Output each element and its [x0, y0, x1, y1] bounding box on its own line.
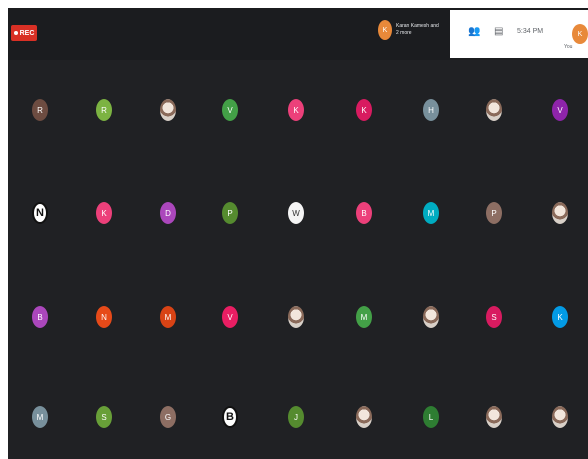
participant-tile[interactable]: [356, 406, 372, 428]
participant-tile[interactable]: W: [288, 202, 304, 224]
participant-tile[interactable]: H: [423, 99, 439, 121]
participant-tile[interactable]: [486, 406, 502, 428]
participant-tile[interactable]: [288, 306, 304, 328]
chat-icon[interactable]: ▤: [494, 26, 503, 37]
participant-tile[interactable]: D: [160, 202, 176, 224]
presenter-text: Karan Kamesh and 2 more: [396, 23, 439, 36]
participant-tile[interactable]: [552, 406, 568, 428]
participant-tile[interactable]: S: [486, 306, 502, 328]
recording-indicator: REC: [11, 25, 37, 41]
participant-tile[interactable]: B: [356, 202, 372, 224]
participant-grid: R R V K K H V N K D P W B M P B N M V M S K M S G B J L: [8, 60, 588, 459]
participant-tile[interactable]: M: [160, 306, 176, 328]
participant-tile[interactable]: R: [96, 99, 112, 121]
clock-time: 5:34 PM: [517, 28, 544, 35]
self-label: You: [564, 44, 573, 50]
presenter-chip[interactable]: K Karan Kamesh and 2 more: [378, 20, 442, 40]
participant-tile[interactable]: K: [552, 306, 568, 328]
meeting-window: REC K Karan Kamesh and 2 more 👥 ▤ 5:34 P…: [8, 8, 588, 459]
participant-tile[interactable]: M: [423, 202, 439, 224]
people-icon[interactable]: 👥: [468, 26, 480, 37]
participant-tile[interactable]: V: [552, 99, 568, 121]
participant-tile[interactable]: [160, 99, 176, 121]
recording-label: REC: [19, 29, 35, 37]
participant-tile[interactable]: [423, 306, 439, 328]
participant-tile[interactable]: B: [222, 406, 238, 428]
participant-tile[interactable]: B: [32, 306, 48, 328]
presenter-avatar: K: [378, 20, 392, 40]
participant-tile[interactable]: M: [356, 306, 372, 328]
participant-tile[interactable]: J: [288, 406, 304, 428]
participant-tile[interactable]: R: [32, 99, 48, 121]
participant-tile[interactable]: G: [160, 406, 176, 428]
participant-tile[interactable]: K: [288, 99, 304, 121]
top-bar: REC K Karan Kamesh and 2 more 👥 ▤ 5:34 P…: [8, 8, 588, 60]
participant-tile[interactable]: N: [96, 306, 112, 328]
participant-tile[interactable]: S: [96, 406, 112, 428]
participant-tile[interactable]: K: [356, 99, 372, 121]
participant-tile[interactable]: P: [486, 202, 502, 224]
participant-tile[interactable]: V: [222, 306, 238, 328]
recording-dot-icon: [13, 31, 18, 35]
participant-tile[interactable]: M: [32, 406, 48, 428]
toolbar-panel: 👥 ▤ 5:34 PM K You: [450, 10, 588, 58]
participant-tile[interactable]: P: [222, 202, 238, 224]
participant-tile[interactable]: L: [423, 406, 439, 428]
participant-tile[interactable]: K: [96, 202, 112, 224]
self-avatar[interactable]: K: [572, 24, 588, 44]
participant-tile[interactable]: [486, 99, 502, 121]
participant-tile[interactable]: V: [222, 99, 238, 121]
participant-tile[interactable]: [552, 202, 568, 224]
participant-tile[interactable]: N: [32, 202, 48, 224]
